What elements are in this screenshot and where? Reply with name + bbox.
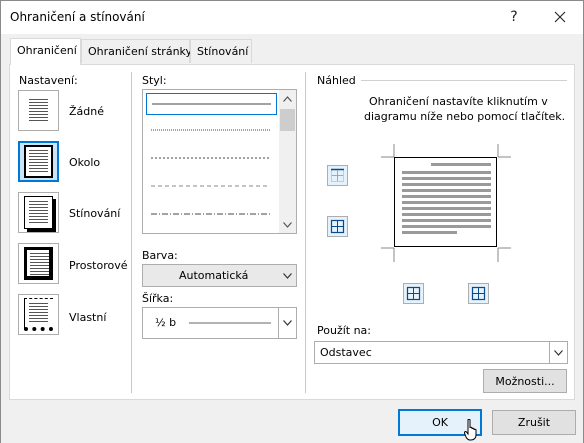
borders-and-shading-dialog: Ohraničení a stínování ? Ohraničení Ohra… (0, 0, 584, 443)
custom-border-icon (24, 298, 53, 331)
dotted-line-icon (151, 129, 270, 131)
preview-diagram[interactable] (394, 157, 497, 247)
apply-to-heading: Použít na: (317, 324, 372, 337)
tab-page-border[interactable]: Ohraničení stránky (81, 39, 193, 63)
hand-cursor-icon (464, 419, 477, 441)
tab-label: Ohraničení stránky (88, 45, 193, 58)
help-button[interactable]: ? (491, 1, 537, 33)
bottom-border-button[interactable] (327, 216, 348, 237)
color-dropdown[interactable]: Automatická (142, 264, 297, 287)
style-item-solid[interactable] (146, 93, 277, 115)
style-list[interactable] (142, 89, 297, 234)
settings-heading: Nastavení: (19, 74, 78, 87)
scroll-up-icon[interactable] (279, 90, 296, 107)
dashed-line-icon (151, 185, 270, 187)
separator (131, 72, 132, 393)
right-border-icon (471, 286, 486, 301)
3d-border-icon (24, 247, 53, 280)
setting-shadow-label[interactable]: Stínování (69, 207, 120, 220)
color-heading: Barva: (142, 249, 178, 262)
style-item-dashed[interactable] (146, 176, 277, 198)
dialog-title: Ohraničení a stínování (10, 10, 145, 24)
none-border-icon (24, 94, 53, 127)
options-button[interactable]: Možnosti... (483, 369, 567, 393)
bottom-border-icon (330, 219, 345, 234)
tab-label: Stínování (197, 45, 249, 58)
style-item-dash-dot[interactable] (146, 204, 277, 226)
left-border-icon (406, 286, 421, 301)
tab-shading[interactable]: Stínování (190, 39, 252, 63)
dash-dot-line-icon (151, 213, 270, 215)
close-icon (554, 11, 566, 23)
left-border-button[interactable] (403, 283, 424, 304)
close-button[interactable] (537, 1, 583, 33)
setting-none[interactable] (18, 90, 59, 131)
preview-instruction: Ohraničení nastavíte kliknutím v (369, 95, 548, 108)
chevron-down-icon (278, 308, 296, 338)
box-border-icon (24, 145, 53, 178)
color-value: Automatická (179, 269, 249, 282)
shadow-border-icon (24, 196, 53, 229)
solid-line-icon (152, 103, 271, 105)
width-heading: Šířka: (142, 292, 174, 305)
scrollbar-thumb[interactable] (280, 109, 295, 131)
chevron-down-icon (549, 342, 567, 363)
setting-shadow[interactable] (18, 192, 59, 233)
cancel-button[interactable]: Zrušit (492, 410, 576, 435)
tab-label: Ohraničení (17, 44, 77, 57)
width-dropdown[interactable]: ½ b (142, 307, 297, 339)
setting-box-label[interactable]: Okolo (69, 156, 100, 169)
width-value: ½ b (155, 316, 177, 329)
setting-none-label[interactable]: Žádné (69, 105, 104, 118)
preview-instruction: diagramu níže nebo pomocí tlačítek. (364, 110, 566, 123)
style-heading: Styl: (142, 74, 167, 87)
chevron-down-icon (278, 265, 296, 286)
title-bar: Ohraničení a stínování ? (1, 1, 583, 34)
apply-to-dropdown[interactable]: Odstavec (314, 341, 568, 364)
setting-custom[interactable] (18, 294, 59, 335)
separator (305, 72, 306, 393)
style-item-dashed-fine[interactable] (146, 148, 277, 170)
dashed-fine-line-icon (151, 157, 270, 159)
setting-box[interactable] (18, 141, 59, 182)
setting-3d-label[interactable]: Prostorové (69, 259, 128, 272)
width-line-icon (189, 322, 271, 324)
preview-group-line (361, 80, 567, 81)
tab-borders[interactable]: Ohraničení (10, 38, 81, 65)
top-border-button[interactable] (327, 165, 348, 186)
style-list-scrollbar[interactable] (279, 90, 296, 233)
right-border-button[interactable] (468, 283, 489, 304)
top-border-icon (331, 168, 344, 182)
style-item-dotted[interactable] (146, 120, 277, 142)
apply-to-value: Odstavec (320, 346, 372, 359)
preview-heading: Náhled (317, 74, 356, 87)
setting-3d[interactable] (18, 243, 59, 284)
scroll-down-icon[interactable] (279, 216, 296, 233)
setting-custom-label[interactable]: Vlastní (69, 311, 106, 324)
